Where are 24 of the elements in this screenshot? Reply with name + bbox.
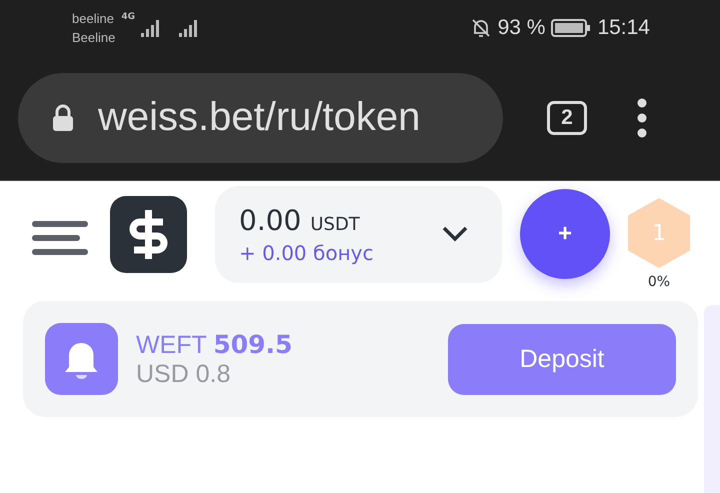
token-balance: WEFT 509.5 — [136, 330, 294, 360]
lock-icon — [50, 104, 76, 132]
balance-amount: 0.00 — [239, 204, 302, 236]
token-usd-value: USD 0.8 — [136, 360, 232, 388]
clock: 15:14 — [597, 16, 650, 40]
carrier-name: beeline — [72, 10, 115, 28]
dollar-logo-icon[interactable] — [110, 196, 187, 272]
chevron-down-icon — [442, 226, 468, 242]
battery-icon — [551, 18, 592, 38]
add-button[interactable]: + — [520, 189, 610, 279]
url-text: weiss.bet/ru/token — [98, 95, 420, 140]
bell-off-icon — [470, 16, 492, 38]
level-badge: 1 — [628, 198, 690, 268]
bonus-amount: + 0.00 бонус — [239, 240, 374, 264]
network-type: 4G — [121, 12, 136, 22]
balance-dropdown[interactable]: 0.00 USDT + 0.00 бонус — [215, 186, 502, 282]
address-bar[interactable]: weiss.bet/ru/token — [18, 72, 503, 162]
menu-icon[interactable] — [637, 98, 647, 138]
battery-percent: 93 % — [498, 16, 546, 40]
carrier-name: Beeline — [72, 28, 116, 46]
tab-count-button[interactable]: 2 — [547, 100, 587, 134]
currency-label: USDT — [310, 214, 360, 234]
bell-icon — [45, 323, 118, 395]
menu-icon[interactable] — [32, 219, 88, 257]
